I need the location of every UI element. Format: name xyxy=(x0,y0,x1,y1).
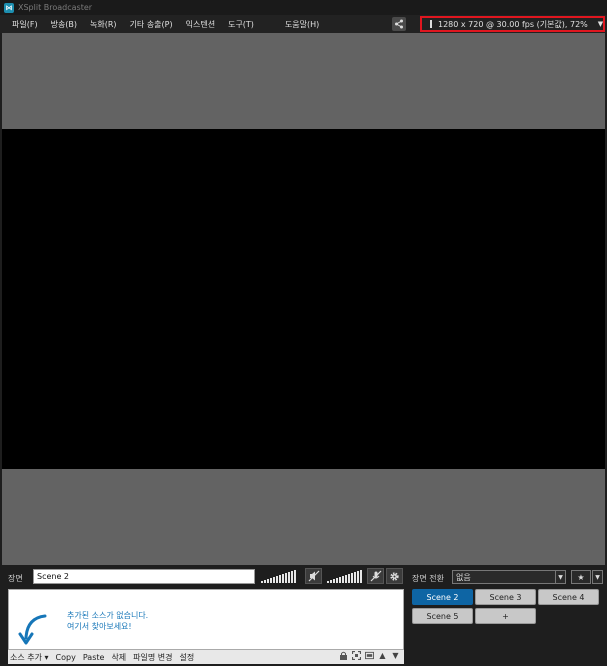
mic-mute-button[interactable] xyxy=(367,568,384,584)
chevron-down-icon: ▼ xyxy=(595,573,600,581)
settings-button[interactable]: 설정 xyxy=(180,652,195,663)
speaker-mute-button[interactable] xyxy=(305,568,322,584)
empty-sources-message: 추가된 소스가 없습니다. 여기서 찾아보세요! xyxy=(67,610,148,632)
screen-icon[interactable] xyxy=(365,651,374,660)
star-plus-icon: ★ xyxy=(577,572,585,582)
delete-button[interactable]: 삭제 xyxy=(111,652,126,663)
monitor-icon xyxy=(430,20,432,28)
lock-icon[interactable] xyxy=(339,651,348,660)
favorite-dropdown-button[interactable]: ▼ xyxy=(592,570,603,584)
mic-muted-icon xyxy=(370,570,381,582)
stage-bottom-margin xyxy=(2,469,605,565)
chevron-down-icon: ▼ xyxy=(555,571,565,583)
menu-extensions[interactable]: 익스텐션 xyxy=(186,19,215,30)
transition-label: 장면 전환 xyxy=(412,574,444,583)
fit-screen-icon[interactable] xyxy=(352,651,361,660)
scene-button-5[interactable]: Scene 5 xyxy=(412,608,473,624)
window-title: XSplit Broadcaster xyxy=(18,3,93,12)
menu-tools[interactable]: 도구(T) xyxy=(228,19,254,30)
xsplit-logo-icon: ⋈ xyxy=(4,2,14,13)
transition-value: 없음 xyxy=(456,573,471,582)
resolution-label: 1280 x 720 @ 30.00 fps (기본값), 72% xyxy=(438,19,588,29)
copy-button[interactable]: Copy xyxy=(56,653,76,662)
mic-volume-meter[interactable] xyxy=(327,569,362,583)
menu-other-output[interactable]: 기타 송출(P) xyxy=(130,19,173,30)
scene-button-4[interactable]: Scene 4 xyxy=(538,589,599,605)
scene-label: 장면 xyxy=(8,574,23,583)
menu-file[interactable]: 파일(F) xyxy=(12,19,38,30)
share-icon xyxy=(395,19,403,29)
empty-sources-line2: 여기서 찾아보세요! xyxy=(67,622,132,631)
rename-button[interactable]: 파일명 변경 xyxy=(133,652,172,663)
title-bar: ⋈ XSplit Broadcaster xyxy=(0,0,607,15)
chevron-down-icon: ▼ xyxy=(597,20,604,28)
source-toolbar: 소스 추가 ▾ Copy Paste 삭제 파일명 변경 설정 ▲ ▼ xyxy=(8,650,404,664)
share-button[interactable] xyxy=(392,17,406,31)
move-up-icon[interactable]: ▲ xyxy=(378,651,387,660)
audio-settings-button[interactable] xyxy=(386,568,403,584)
transition-select[interactable]: 없음 ▼ xyxy=(452,570,566,584)
bottom-panel: 장면 Scene 2 추가된 소스가 없습니다. 여기서 찾아보세요! 소스 추… xyxy=(0,565,607,666)
menu-record[interactable]: 녹화(R) xyxy=(90,19,117,30)
speaker-muted-icon xyxy=(308,570,319,582)
empty-sources-line1: 추가된 소스가 없습니다. xyxy=(67,611,149,620)
menu-broadcast[interactable]: 방송(B) xyxy=(51,19,77,30)
add-source-button[interactable]: 소스 추가 ▾ xyxy=(10,652,49,663)
scene-button-2[interactable]: Scene 2 xyxy=(412,589,473,605)
add-favorite-button[interactable]: ★ xyxy=(571,570,591,584)
resolution-dropdown[interactable]: 1280 x 720 @ 30.00 fps (기본값), 72% ▼ xyxy=(420,16,605,32)
move-down-icon[interactable]: ▼ xyxy=(391,651,400,660)
preview-screen[interactable] xyxy=(2,129,605,469)
scene-button-3[interactable]: Scene 3 xyxy=(475,589,536,605)
speaker-volume-meter[interactable] xyxy=(261,569,296,583)
add-scene-button[interactable]: + xyxy=(475,608,536,624)
paste-button[interactable]: Paste xyxy=(83,653,105,662)
curved-arrow-icon xyxy=(18,614,47,645)
stage-top-margin xyxy=(2,33,605,129)
menu-bar: 파일(F) 방송(B) 녹화(R) 기타 송출(P) 익스텐션 도구(T) 도움… xyxy=(0,15,607,33)
menu-help[interactable]: 도움말(H) xyxy=(285,19,319,30)
gear-icon xyxy=(390,571,399,581)
scene-name-input[interactable]: Scene 2 xyxy=(33,569,255,584)
sources-list[interactable]: 추가된 소스가 없습니다. 여기서 찾아보세요! xyxy=(8,589,404,650)
